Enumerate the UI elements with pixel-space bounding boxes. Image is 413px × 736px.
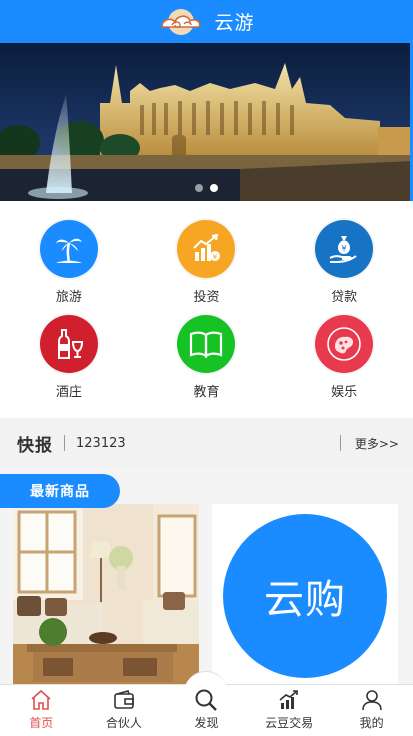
yungou-logo: 云购 — [223, 514, 387, 678]
home-icon — [28, 687, 54, 713]
game-icon — [315, 315, 374, 373]
category-entertainment[interactable]: 娱乐 — [275, 315, 413, 409]
category-label: 贷款 — [331, 290, 358, 305]
tab-discover[interactable]: 发现 — [165, 671, 248, 736]
open-book-icon — [177, 315, 236, 373]
banner-image — [0, 43, 413, 201]
news-text[interactable]: 123123 — [76, 436, 126, 451]
tab-label: 发现 — [194, 716, 219, 730]
category-travel[interactable]: 旅游 — [0, 220, 138, 315]
wallet-icon — [111, 687, 137, 713]
trend-chart-icon — [276, 687, 302, 713]
user-icon — [359, 687, 385, 713]
cloud-logo-icon — [161, 8, 201, 35]
product-card[interactable] — [13, 504, 199, 688]
section-title-badge: 最新商品 — [0, 474, 120, 508]
app-screen: 云游 旅游 ¥ 投资 ¥ 贷款 酒庄 教育 娱乐 快报 123123 更多>> … — [0, 0, 413, 736]
category-loan[interactable]: ¥ 贷款 — [275, 220, 413, 315]
news-more-link[interactable]: 更多>> — [355, 435, 399, 452]
app-header: 云游 — [0, 0, 413, 43]
carousel-dot[interactable] — [195, 184, 203, 192]
tab-home[interactable]: 首页 — [0, 685, 83, 736]
category-label: 教育 — [193, 385, 220, 400]
category-label: 旅游 — [55, 290, 82, 305]
palm-tree-icon — [39, 220, 98, 278]
category-education[interactable]: 教育 — [138, 315, 276, 409]
bottom-tab-bar: 首页 合伙人 发现 云豆交易 我的 — [0, 671, 413, 736]
tab-label: 云豆交易 — [265, 716, 314, 730]
tab-label: 首页 — [29, 716, 54, 730]
svg-text:¥: ¥ — [342, 244, 347, 253]
divider — [339, 435, 341, 451]
category-label: 投资 — [193, 290, 220, 305]
product-card[interactable]: 云购 — [212, 504, 398, 688]
money-bag-hand-icon: ¥ — [315, 220, 374, 278]
yungou-logo-text: 云购 — [264, 577, 346, 623]
tab-label: 合伙人 — [105, 716, 142, 730]
tab-mine[interactable]: 我的 — [330, 685, 413, 736]
carousel-indicators — [0, 184, 413, 192]
banner-carousel[interactable] — [0, 43, 413, 201]
news-label: 快报 — [17, 435, 53, 456]
wine-bottle-glass-icon — [39, 315, 98, 373]
svg-text:¥: ¥ — [213, 253, 218, 261]
app-title: 云游 — [214, 12, 255, 34]
category-invest[interactable]: ¥ 投资 — [138, 220, 276, 315]
tab-label: 我的 — [359, 716, 384, 730]
divider — [64, 435, 65, 451]
new-products-section: 云购 最新商品 — [0, 466, 413, 688]
chart-growth-icon: ¥ — [177, 220, 236, 278]
category-winery[interactable]: 酒庄 — [0, 315, 138, 409]
category-label: 酒庄 — [55, 385, 82, 400]
living-room-photo — [13, 504, 199, 688]
category-grid: 旅游 ¥ 投资 ¥ 贷款 酒庄 教育 娱乐 — [0, 201, 413, 418]
carousel-dot-active[interactable] — [210, 184, 218, 192]
news-ticker: 快报 123123 更多>> — [0, 422, 413, 464]
tab-partner[interactable]: 合伙人 — [83, 685, 166, 736]
category-label: 娱乐 — [331, 385, 358, 400]
search-icon — [193, 687, 219, 713]
tab-yundou-trade[interactable]: 云豆交易 — [248, 685, 331, 736]
